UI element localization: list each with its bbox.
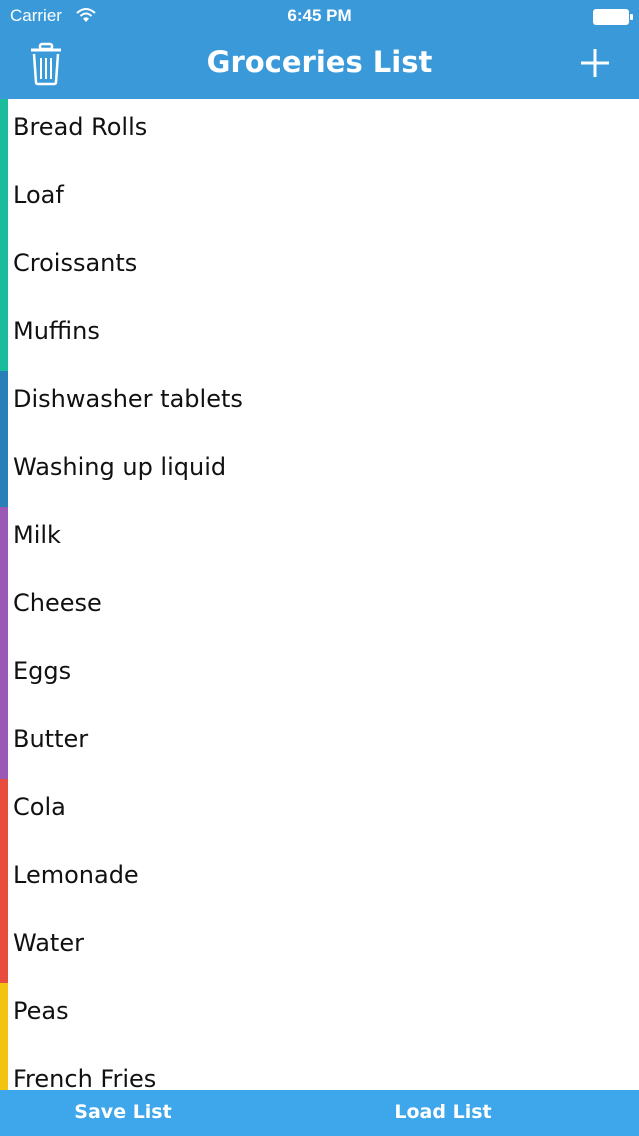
list-item[interactable]: Loaf (0, 167, 639, 235)
category-color-bar (0, 915, 8, 983)
category-color-bar (0, 439, 8, 507)
list-item[interactable]: Bread Rolls (0, 99, 639, 167)
category-color-bar (0, 1051, 8, 1090)
save-list-button[interactable]: Save List (0, 1090, 246, 1136)
item-label: Muffins (13, 317, 100, 345)
category-color-bar (0, 507, 8, 575)
status-bar: Carrier 6:45 PM (0, 0, 639, 34)
list-item[interactable]: Muffins (0, 303, 639, 371)
item-label: Cola (13, 793, 66, 821)
item-label: Croissants (13, 249, 138, 277)
item-label: Butter (13, 725, 89, 753)
category-color-bar (0, 99, 8, 167)
category-color-bar (0, 303, 8, 371)
item-label: Loaf (13, 181, 64, 209)
item-label: French Fries (13, 1065, 157, 1090)
page-title: Groceries List (206, 45, 433, 79)
plus-icon (581, 49, 609, 77)
list-item[interactable]: Water (0, 915, 639, 983)
list-item[interactable]: French Fries (0, 1051, 639, 1090)
category-color-bar (0, 575, 8, 643)
item-label: Dishwasher tablets (13, 385, 243, 413)
list-item[interactable]: Cheese (0, 575, 639, 643)
list-item[interactable]: Milk (0, 507, 639, 575)
item-label: Cheese (13, 589, 102, 617)
category-color-bar (0, 643, 8, 711)
list-item[interactable]: Cola (0, 779, 639, 847)
category-color-bar (0, 371, 8, 439)
list-item[interactable]: Lemonade (0, 847, 639, 915)
grocery-list[interactable]: Bread Rolls Loaf Croissants Muffins Dish… (0, 99, 639, 1090)
item-label: Lemonade (13, 861, 139, 889)
category-color-bar (0, 235, 8, 303)
category-color-bar (0, 167, 8, 235)
list-item[interactable]: Eggs (0, 643, 639, 711)
item-label: Bread Rolls (13, 113, 148, 141)
item-label: Peas (13, 997, 69, 1025)
item-label: Milk (13, 521, 61, 549)
list-item[interactable]: Croissants (0, 235, 639, 303)
item-label: Washing up liquid (13, 453, 227, 481)
category-color-bar (0, 847, 8, 915)
status-time: 6:45 PM (287, 6, 352, 25)
item-label: Eggs (13, 657, 72, 685)
load-list-button[interactable]: Load List (320, 1090, 566, 1136)
battery-icon (592, 8, 634, 30)
category-color-bar (0, 711, 8, 779)
item-label: Water (13, 929, 84, 957)
add-item-button[interactable] (577, 45, 613, 81)
list-item[interactable]: Butter (0, 711, 639, 779)
list-item[interactable]: Washing up liquid (0, 439, 639, 507)
list-item[interactable]: Peas (0, 983, 639, 1051)
bottom-toolbar: Save List Load List (0, 1090, 639, 1136)
category-color-bar (0, 983, 8, 1051)
category-color-bar (0, 779, 8, 847)
nav-header: Carrier 6:45 PM Groceries List (0, 0, 639, 99)
list-item[interactable]: Dishwasher tablets (0, 371, 639, 439)
